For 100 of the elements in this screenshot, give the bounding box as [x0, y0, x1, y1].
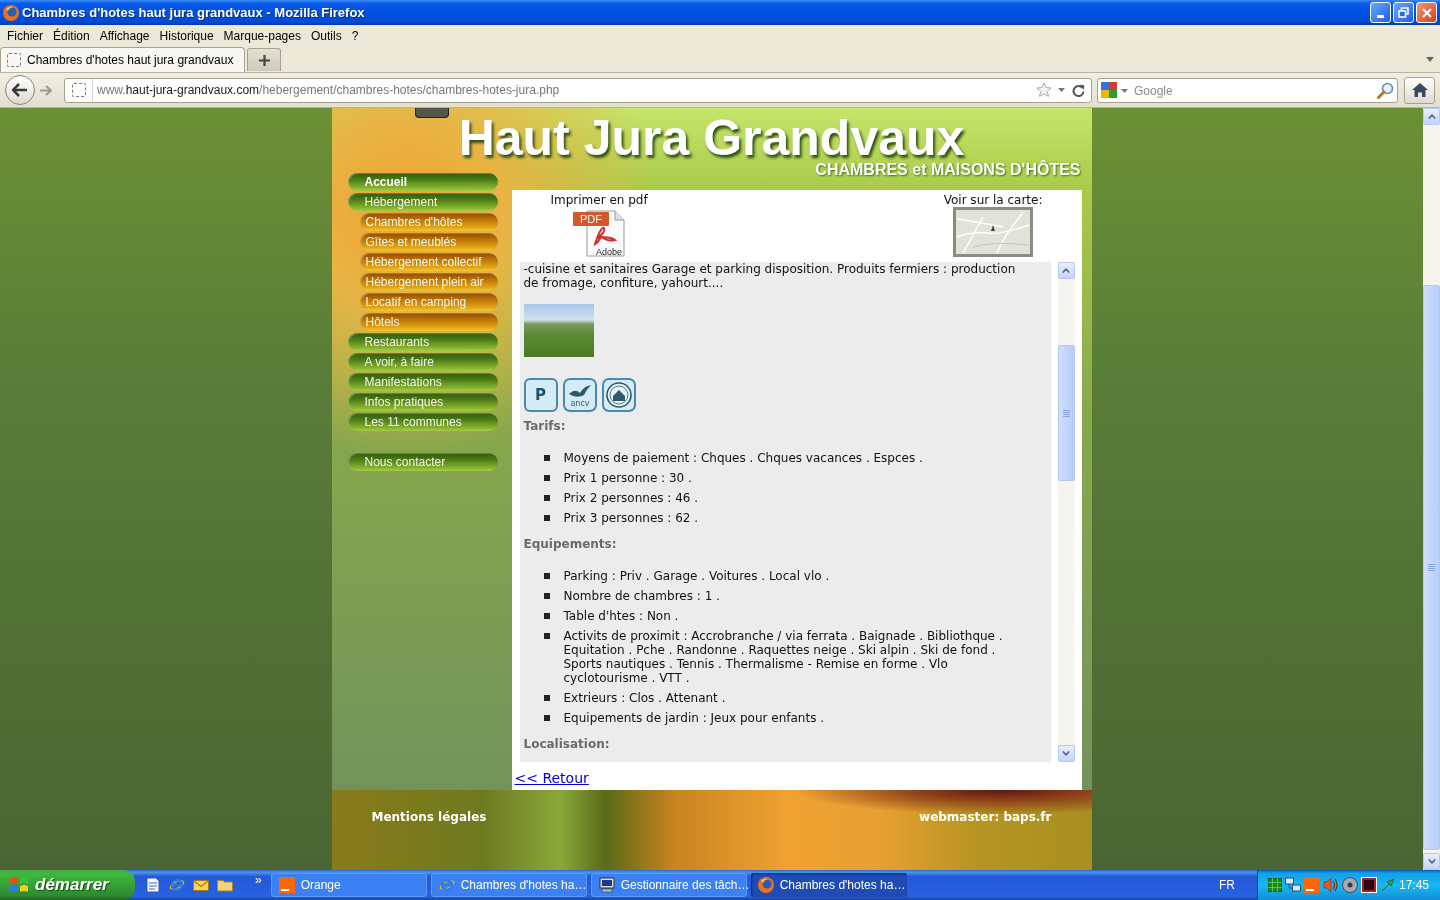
- mail-icon[interactable]: [193, 877, 209, 893]
- start-button[interactable]: démarrer: [0, 870, 135, 900]
- pdf-label: Imprimer en pdf: [550, 193, 648, 207]
- menu-item[interactable]: Affichage: [99, 28, 150, 44]
- caret-down-icon: [1062, 751, 1070, 756]
- nav-link[interactable]: Hébergement: [347, 193, 498, 211]
- speaker-icon[interactable]: [1323, 877, 1339, 893]
- photo-placeholder: [523, 304, 594, 357]
- search-icon[interactable]: [1377, 81, 1394, 99]
- bullet-icon: [543, 593, 550, 599]
- arrow-right-icon: [40, 84, 52, 96]
- arrow-left-icon: [12, 83, 28, 97]
- caret-down-icon[interactable]: [1426, 57, 1434, 62]
- network-icon[interactable]: [1285, 877, 1301, 893]
- nav-link[interactable]: Hébergement collectif: [359, 253, 498, 271]
- list-item-text: Table d'htes : Non .: [563, 609, 680, 623]
- scroll-down-button[interactable]: [1057, 745, 1075, 762]
- search-engine-icon[interactable]: [1101, 81, 1117, 98]
- list-item-text: Nombre de chambres : 1 .: [563, 589, 721, 603]
- nav-link[interactable]: Gîtes et meublés: [359, 233, 498, 251]
- section-heading: Localisation:: [523, 737, 611, 751]
- address-field[interactable]: www.haut-jura-grandvaux.com/hebergement/chambres-hotes/chambres-hotes-jura.php: [64, 77, 1092, 103]
- caret-up-icon: [1062, 268, 1070, 273]
- grip-icon: [1428, 564, 1435, 571]
- site-title: Haut Jura Grandvaux: [458, 115, 965, 160]
- reload-icon[interactable]: [1072, 83, 1085, 97]
- list-item-text: Moyens de paiement : Chques . Chques vacances . Espces .: [563, 451, 924, 465]
- more-toggle[interactable]: »: [255, 873, 262, 887]
- taskbar-button[interactable]: Chambres d'hotes ha…: [750, 873, 907, 897]
- bullet-icon: [543, 495, 550, 501]
- window-title: Chambres d'hotes haut jura grandvaux - Mozilla Firefox: [22, 3, 365, 22]
- document-icon[interactable]: [145, 877, 161, 893]
- section-heading: Equipements:: [523, 537, 618, 551]
- webmaster-link[interactable]: webmaster: baps.fr: [919, 810, 1052, 824]
- minimize-icon: [1377, 15, 1384, 18]
- nav-link[interactable]: Hôtels: [359, 313, 498, 331]
- search-field[interactable]: Google: [1097, 78, 1398, 103]
- plus-icon: [258, 54, 270, 66]
- nav-link[interactable]: Chambres d'hôtes: [359, 213, 498, 231]
- close-button[interactable]: [1416, 2, 1437, 23]
- scroll-thumb[interactable]: [1423, 285, 1440, 850]
- flag-icon: [9, 876, 29, 894]
- scroll-up-button[interactable]: [1057, 262, 1075, 279]
- nav-link[interactable]: Infos pratiques: [347, 393, 498, 411]
- minimize-button[interactable]: [1370, 2, 1391, 23]
- caret-down-icon[interactable]: [1121, 88, 1128, 93]
- scroll-up-button[interactable]: [1423, 108, 1440, 125]
- taskbar-button[interactable]: Chambres d'hotes ha…: [430, 873, 587, 897]
- restore-button[interactable]: [1393, 2, 1414, 23]
- nav-link[interactable]: Hébergement plein air: [359, 273, 498, 291]
- restore-icon: [1398, 7, 1409, 18]
- list-item-text: Prix 1 personne : 30 .: [563, 471, 693, 485]
- menu-item[interactable]: Historique: [159, 28, 214, 44]
- scroll-thumb[interactable]: [1057, 345, 1075, 481]
- menu-item[interactable]: ?: [351, 28, 359, 44]
- map-label: Voir sur la carte:: [943, 193, 1043, 207]
- nav-link[interactable]: Les 11 communes: [347, 413, 498, 431]
- map-thumbnail[interactable]: [953, 207, 1034, 257]
- legal-link[interactable]: Mentions légales: [371, 810, 487, 824]
- nav-link[interactable]: Nous contacter: [347, 453, 498, 471]
- taskbar-button[interactable]: Orange: [270, 873, 427, 897]
- square-badge-icon[interactable]: [1361, 877, 1377, 893]
- menu-item[interactable]: Outils: [310, 28, 342, 44]
- back-link[interactable]: << Retour: [514, 770, 589, 786]
- globe-icon: [3, 4, 19, 21]
- square-logo-icon: [1304, 877, 1320, 893]
- back-button[interactable]: [5, 75, 35, 105]
- language-indicator[interactable]: FR: [1219, 876, 1235, 894]
- list-item-text: Parking : Priv . Garage . Voitures . Local vlo .: [563, 569, 831, 583]
- page-icon: [7, 53, 21, 67]
- nav-link[interactable]: Accueil: [347, 173, 498, 191]
- caret-down-icon[interactable]: [1058, 88, 1065, 92]
- menu-item[interactable]: Fichier: [7, 28, 43, 44]
- new-tab-button[interactable]: [247, 48, 281, 71]
- page-icon: [71, 83, 86, 97]
- menu-item[interactable]: Édition: [53, 28, 90, 44]
- bullet-icon: [543, 695, 550, 701]
- folder-icon[interactable]: [217, 877, 233, 893]
- description-text: -cuisine et sanitaires Garage et parking disposition. Produits fermiers : production de fromage, confiture, yahourt....: [523, 262, 1017, 290]
- header-tab-drawing: [414, 108, 449, 118]
- bullet-icon: [543, 715, 550, 721]
- square-logo-icon: [278, 877, 295, 893]
- parking-sign: P: [523, 378, 558, 412]
- grip-icon: [1062, 409, 1070, 417]
- scroll-down-button[interactable]: [1423, 853, 1440, 870]
- taskbar-button[interactable]: Gestionnaire des tâch…: [590, 873, 747, 897]
- browser-tab[interactable]: Chambres d'hotes haut jura grandvaux: [0, 47, 245, 72]
- browser-icon: [169, 877, 185, 893]
- brand-text: Adobe: [596, 247, 623, 257]
- home-button[interactable]: [1404, 76, 1435, 104]
- pdf-tag-text: PDF: [580, 213, 603, 225]
- bullet-icon: [543, 573, 550, 579]
- nav-link[interactable]: Restaurants: [347, 333, 498, 351]
- nav-link[interactable]: Locatif en camping: [359, 293, 498, 311]
- disc-icon[interactable]: [1342, 877, 1358, 893]
- menu-item[interactable]: Marque-pages: [223, 28, 301, 44]
- grid-square-icon[interactable]: [1268, 878, 1282, 892]
- nav-link[interactable]: Manifestations: [347, 373, 498, 391]
- star-icon[interactable]: [1036, 82, 1052, 98]
- nav-link[interactable]: A voir, à faire: [347, 353, 498, 371]
